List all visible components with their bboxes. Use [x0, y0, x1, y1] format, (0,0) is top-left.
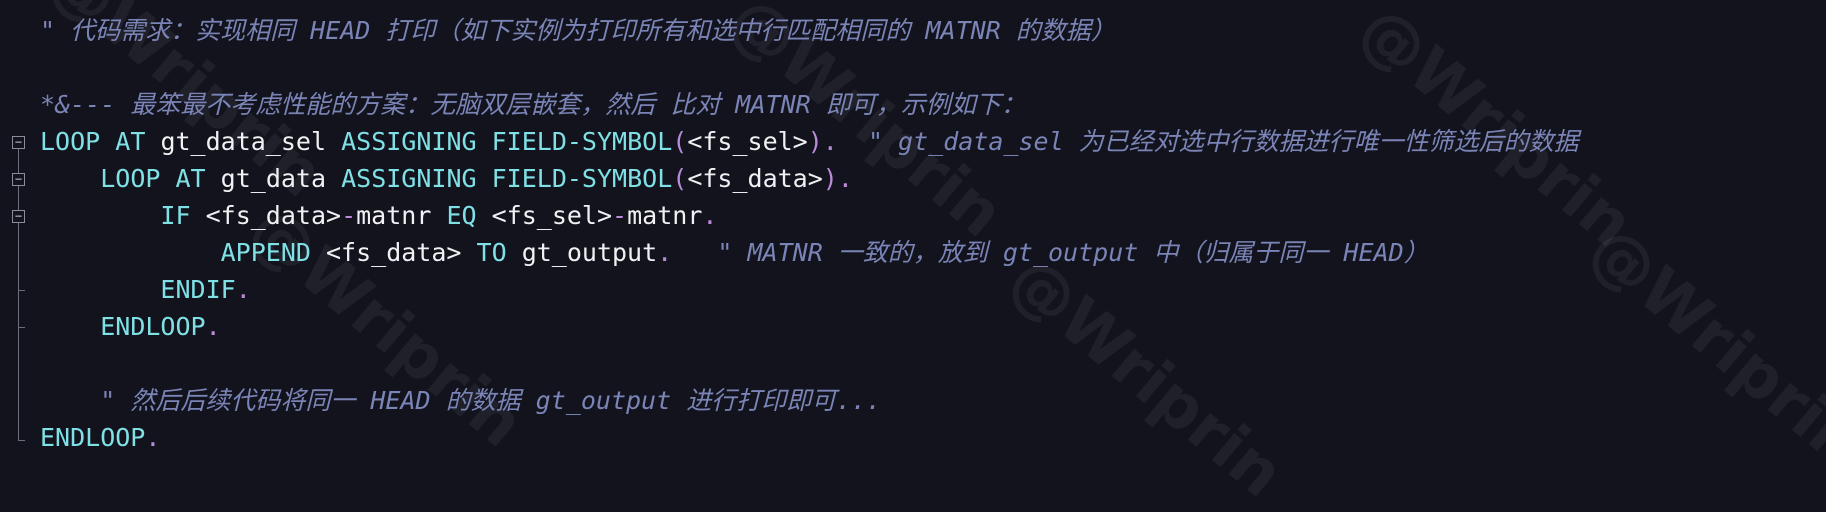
code-line: IF <fs_data>-matnr EQ <fs_sel>-matnr.	[40, 197, 717, 234]
keyword: FIELD-SYMBOL	[491, 127, 673, 156]
field-symbol: <fs_data>	[687, 164, 823, 193]
fold-toggle-icon[interactable]: −	[12, 210, 25, 223]
identifier: gt_data_sel	[160, 127, 327, 156]
keyword: AT	[175, 164, 206, 193]
keyword: LOOP	[100, 164, 161, 193]
comment: *&--- 最笨最不考虑性能的方案：无脑双层嵌套，然后 比对 MATNR 即可，…	[40, 90, 1026, 119]
punctuation: (	[672, 127, 688, 156]
punctuation: (	[672, 164, 688, 193]
comment: " gt_data_sel 为已经对选中行数据进行唯一性筛选后的数据	[867, 127, 1579, 156]
keyword: ENDLOOP	[40, 423, 146, 452]
code-editor[interactable]: @Wriprin @Wriprin @Wriprin @Wriprin @Wri…	[0, 0, 1826, 512]
comment: " 然后后续代码将同一 HEAD 的数据 gt_output 进行打印即可...	[100, 386, 882, 415]
code-line: *&--- 最笨最不考虑性能的方案：无脑双层嵌套，然后 比对 MATNR 即可，…	[40, 86, 1026, 123]
keyword: LOOP	[40, 127, 101, 156]
code-line: LOOP AT gt_data_sel ASSIGNING FIELD-SYMB…	[40, 123, 1579, 160]
punctuation: .	[205, 312, 221, 341]
code-line: " 然后后续代码将同一 HEAD 的数据 gt_output 进行打印即可...	[40, 382, 881, 419]
keyword: ASSIGNING	[341, 164, 477, 193]
code-line: ENDLOOP.	[40, 308, 221, 345]
identifier: gt_output	[521, 238, 658, 267]
identifier: matnr	[356, 201, 432, 230]
field-symbol: <fs_data>	[326, 238, 462, 267]
comment: " MATNR 一致的，放到 gt_output 中（归属于同一 HEAD）	[717, 238, 1429, 267]
keyword: AT	[115, 127, 146, 156]
fold-gutter: − − −	[10, 0, 30, 479]
identifier: gt_data	[220, 164, 327, 193]
keyword: ENDIF	[160, 275, 236, 304]
fold-end-marker	[18, 327, 25, 328]
keyword: TO	[476, 238, 507, 267]
watermark: @Wriprin	[1575, 212, 1826, 482]
punctuation: -	[612, 201, 628, 230]
punctuation: -	[341, 201, 357, 230]
keyword: FIELD-SYMBOL	[491, 164, 673, 193]
comment: " 代码需求：实现相同 HEAD 打印（如下实例为打印所有和选中行匹配相同的 M…	[40, 16, 1116, 45]
watermark: @Wriprin	[995, 242, 1297, 512]
punctuation: .	[235, 275, 251, 304]
field-symbol: <fs_data>	[205, 201, 342, 230]
fold-toggle-icon[interactable]: −	[12, 173, 25, 186]
fold-end-marker	[18, 440, 25, 441]
fold-toggle-icon[interactable]: −	[12, 136, 25, 149]
keyword: IF	[160, 201, 191, 230]
keyword: ENDLOOP	[100, 312, 206, 341]
field-symbol: <fs_sel>	[687, 127, 808, 156]
punctuation: .	[702, 201, 718, 230]
code-line: LOOP AT gt_data ASSIGNING FIELD-SYMBOL(<…	[40, 160, 853, 197]
fold-guide	[18, 148, 19, 440]
field-symbol: <fs_sel>	[491, 201, 613, 230]
punctuation: .	[657, 238, 673, 267]
code-line: ENDIF.	[40, 271, 251, 308]
identifier: matnr	[627, 201, 703, 230]
fold-end-marker	[18, 290, 25, 291]
punctuation: .	[145, 423, 161, 452]
keyword: APPEND	[220, 238, 311, 267]
punctuation: ).	[807, 127, 838, 156]
punctuation: ).	[822, 164, 853, 193]
code-line: " 代码需求：实现相同 HEAD 打印（如下实例为打印所有和选中行匹配相同的 M…	[40, 12, 1116, 49]
code-line: APPEND <fs_data> TO gt_output. " MATNR 一…	[40, 234, 1429, 271]
code-line: ENDLOOP.	[40, 419, 160, 456]
keyword: EQ	[446, 201, 477, 230]
keyword: ASSIGNING	[341, 127, 477, 156]
